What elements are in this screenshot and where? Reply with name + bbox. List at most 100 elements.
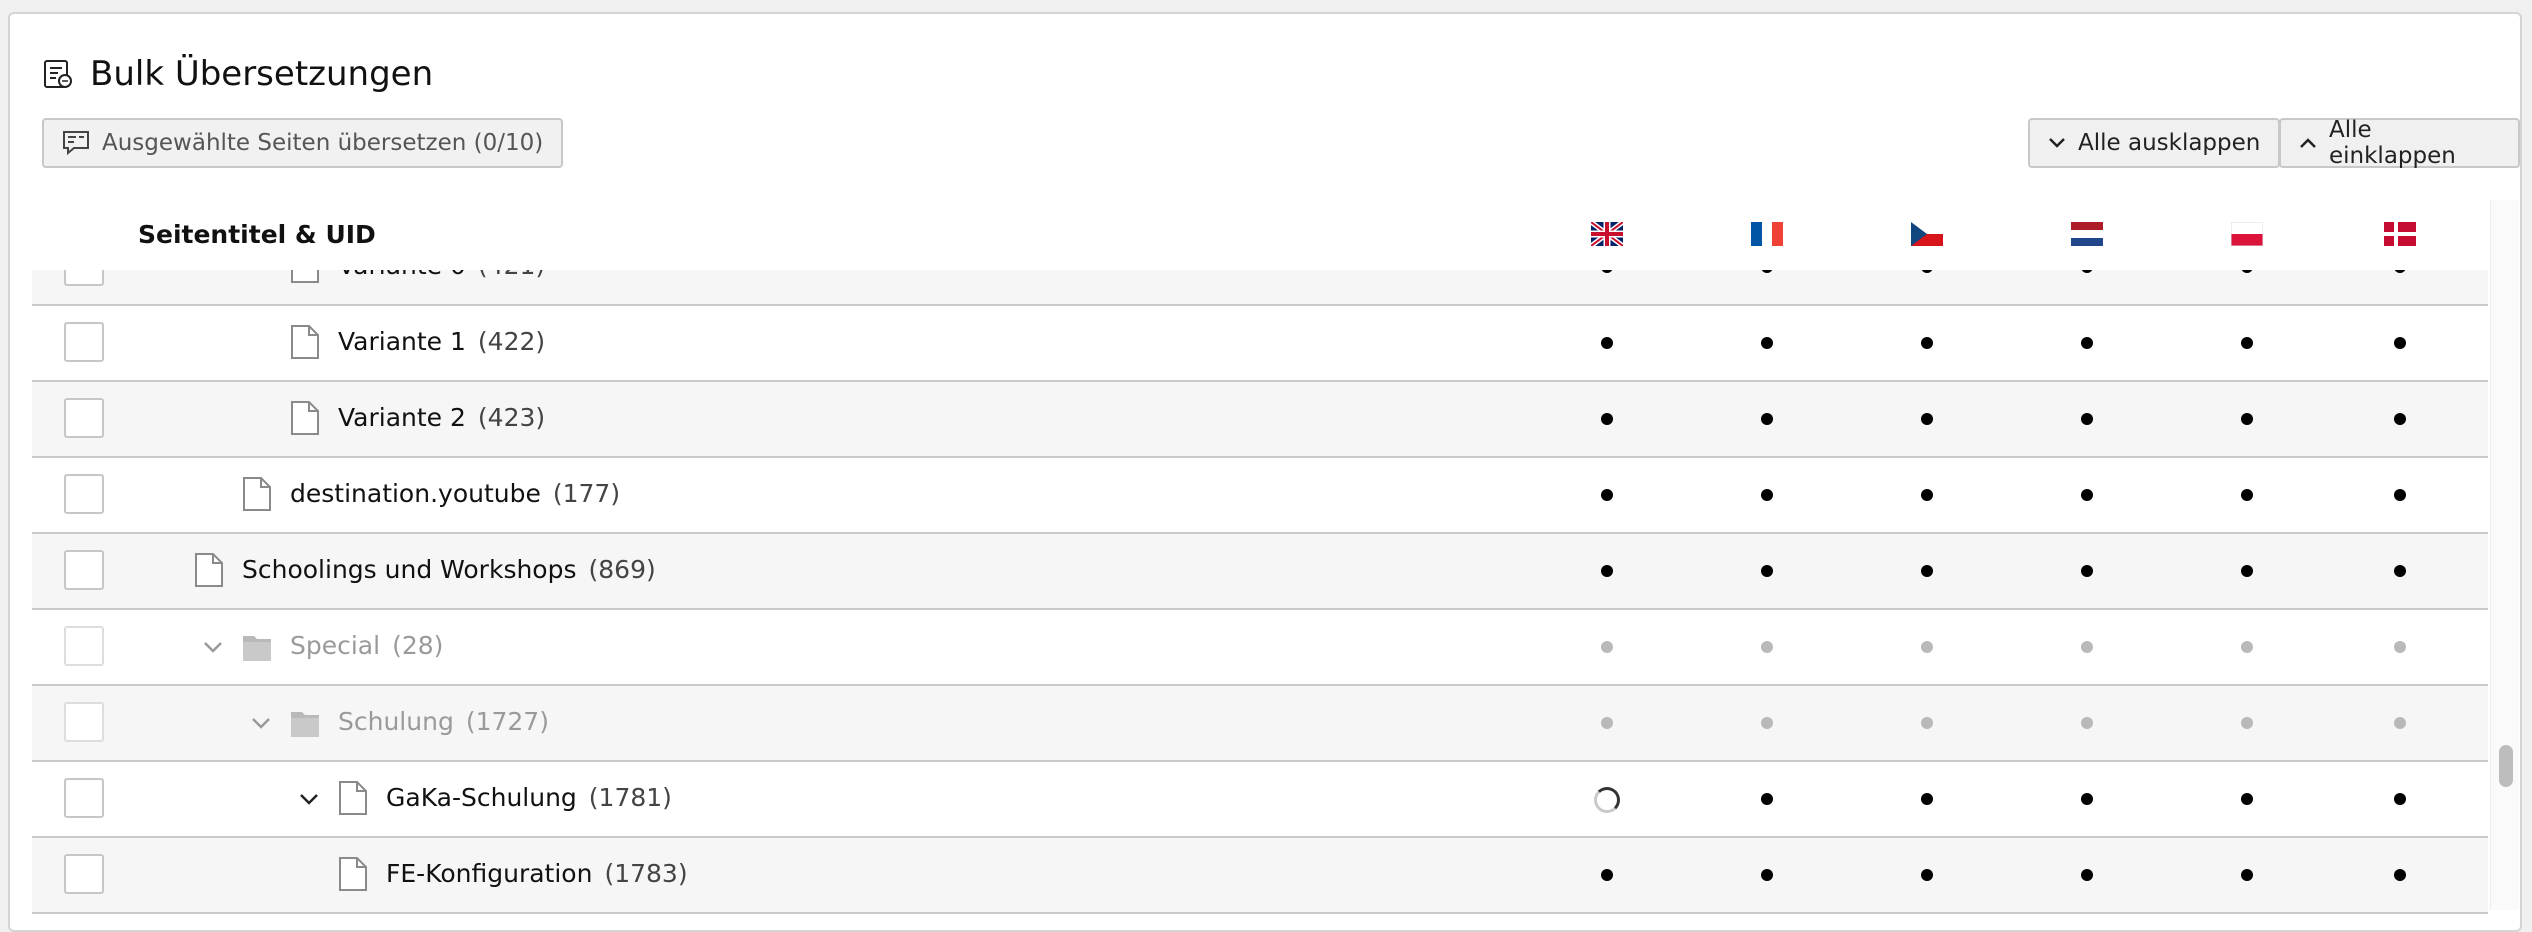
page-title-cell[interactable]: Variante 1 (422) bbox=[338, 327, 545, 356]
netherlands-flag-icon bbox=[2071, 222, 2103, 246]
page-title-text: Variante 2 bbox=[338, 403, 466, 432]
row-checkbox[interactable] bbox=[64, 474, 104, 514]
table-row[interactable]: Schulung (1727) bbox=[32, 686, 2488, 762]
table-row[interactable]: FE-Konfiguration (1783) bbox=[32, 838, 2488, 914]
translation-status-dot bbox=[1601, 413, 1613, 425]
translation-status-dot bbox=[2081, 869, 2093, 881]
page-uid: (1783) bbox=[604, 859, 688, 888]
chevron-down-icon[interactable] bbox=[250, 712, 272, 734]
loading-spinner-icon bbox=[1594, 787, 1620, 813]
page-title-cell[interactable]: Schulung (1727) bbox=[338, 707, 549, 736]
table-row[interactable]: Special (28) bbox=[32, 610, 2488, 686]
collapse-all-label: Alle einklappen bbox=[2329, 117, 2456, 169]
translation-status-dot bbox=[2081, 641, 2093, 653]
chevron-down-icon[interactable] bbox=[202, 636, 224, 658]
translation-status-dot bbox=[2394, 565, 2406, 577]
translation-status-dot bbox=[2241, 337, 2253, 349]
translation-status-dot bbox=[2081, 565, 2093, 577]
translation-status-dot bbox=[2394, 641, 2406, 653]
page-title-text: destination.youtube bbox=[290, 479, 541, 508]
page-title-text: GaKa-Schulung bbox=[386, 783, 577, 812]
table-row[interactable]: Variante 2 (423) bbox=[32, 382, 2488, 458]
chevron-up-icon bbox=[2300, 138, 2316, 148]
page-title-cell[interactable]: Variante 2 (423) bbox=[338, 403, 545, 432]
translation-status-dot bbox=[2241, 793, 2253, 805]
row-checkbox[interactable] bbox=[64, 854, 104, 894]
uk-flag-icon bbox=[1591, 222, 1623, 246]
denmark-flag-icon bbox=[2384, 222, 2416, 246]
page-title-cell[interactable]: GaKa-Schulung (1781) bbox=[386, 783, 672, 812]
translation-list-icon bbox=[44, 60, 72, 88]
translation-status-dot bbox=[2241, 489, 2253, 501]
czech-flag-icon bbox=[1911, 222, 1943, 246]
collapse-all-button[interactable]: Alle einklappen bbox=[2279, 117, 2520, 169]
translation-status-dot bbox=[2241, 413, 2253, 425]
translation-status-dot bbox=[1601, 717, 1613, 729]
page-title-cell[interactable]: Schoolings und Workshops (869) bbox=[242, 555, 656, 584]
translation-status-dot bbox=[1601, 641, 1613, 653]
page-uid: (1781) bbox=[588, 783, 672, 812]
translation-status-dot bbox=[2241, 641, 2253, 653]
page-uid: (423) bbox=[477, 403, 546, 432]
translation-status-dot bbox=[1921, 641, 1933, 653]
translation-status-dot bbox=[1761, 717, 1773, 729]
page-title-text: Variante 1 bbox=[338, 327, 466, 356]
table-row[interactable]: GaKa-Schulung (1781) bbox=[32, 762, 2488, 838]
table-row[interactable]: Variante 1 (422) bbox=[32, 306, 2488, 382]
translation-status-dot bbox=[1601, 869, 1613, 881]
page-icon bbox=[291, 401, 319, 435]
page-icon bbox=[339, 781, 367, 815]
translation-status-dot bbox=[1601, 489, 1613, 501]
translate-selected-label: Ausgewählte Seiten übersetzen (0/10) bbox=[102, 130, 544, 156]
page-title-text: Special bbox=[290, 631, 381, 660]
translation-status-dot bbox=[1761, 869, 1773, 881]
row-checkbox[interactable] bbox=[64, 626, 104, 666]
page-title-text: FE-Konfiguration bbox=[386, 859, 593, 888]
translation-table: Variante 0(421)Variante 1(422)Variante 2… bbox=[32, 200, 2488, 920]
page-title-cell[interactable]: Special (28) bbox=[290, 631, 443, 660]
page-icon bbox=[243, 477, 271, 511]
translation-status-dot bbox=[1921, 869, 1933, 881]
translation-status-dot bbox=[1601, 337, 1613, 349]
chevron-down-icon bbox=[2049, 138, 2065, 148]
page-title-text: Schulung bbox=[338, 707, 454, 736]
translation-status-dot bbox=[2081, 337, 2093, 349]
scrollbar[interactable] bbox=[2490, 200, 2519, 910]
translation-status-dot bbox=[2081, 489, 2093, 501]
chevron-down-icon[interactable] bbox=[298, 788, 320, 810]
translation-status-dot bbox=[1761, 413, 1773, 425]
page-icon bbox=[339, 857, 367, 891]
page-title-text: Bulk Übersetzungen bbox=[90, 54, 434, 94]
row-checkbox[interactable] bbox=[64, 322, 104, 362]
translation-status-dot bbox=[2394, 717, 2406, 729]
folder-icon bbox=[243, 636, 271, 661]
translation-status-dot bbox=[2394, 413, 2406, 425]
expand-all-button[interactable]: Alle ausklappen bbox=[2028, 118, 2281, 168]
title-column-header: Seitentitel & UID bbox=[138, 220, 376, 249]
folder-icon bbox=[291, 712, 319, 737]
translation-status-dot bbox=[1921, 565, 1933, 577]
page-title-cell[interactable]: destination.youtube (177) bbox=[290, 479, 620, 508]
table-row[interactable]: Schoolings und Workshops (869) bbox=[32, 534, 2488, 610]
translation-status-dot bbox=[1761, 565, 1773, 577]
translation-status-dot bbox=[2394, 869, 2406, 881]
page-uid: (28) bbox=[392, 631, 444, 660]
translation-status-dot bbox=[2394, 489, 2406, 501]
row-checkbox[interactable] bbox=[64, 702, 104, 742]
table-row[interactable]: destination.youtube (177) bbox=[32, 458, 2488, 534]
translation-status-dot bbox=[2081, 717, 2093, 729]
translation-status-dot bbox=[1921, 793, 1933, 805]
translate-selected-button[interactable]: Ausgewählte Seiten übersetzen (0/10) bbox=[42, 118, 564, 168]
translation-status-dot bbox=[1601, 565, 1613, 577]
translation-status-dot bbox=[1921, 413, 1933, 425]
translation-status-dot bbox=[1921, 717, 1933, 729]
page-title: Bulk Übersetzungen bbox=[42, 54, 433, 94]
row-checkbox[interactable] bbox=[64, 398, 104, 438]
translation-status-dot bbox=[1761, 337, 1773, 349]
scrollbar-thumb[interactable] bbox=[2499, 745, 2513, 787]
page-title-cell[interactable]: FE-Konfiguration (1783) bbox=[386, 859, 688, 888]
row-checkbox[interactable] bbox=[64, 550, 104, 590]
expand-all-label: Alle ausklappen bbox=[2078, 130, 2261, 156]
page-icon bbox=[291, 325, 319, 359]
row-checkbox[interactable] bbox=[64, 778, 104, 818]
